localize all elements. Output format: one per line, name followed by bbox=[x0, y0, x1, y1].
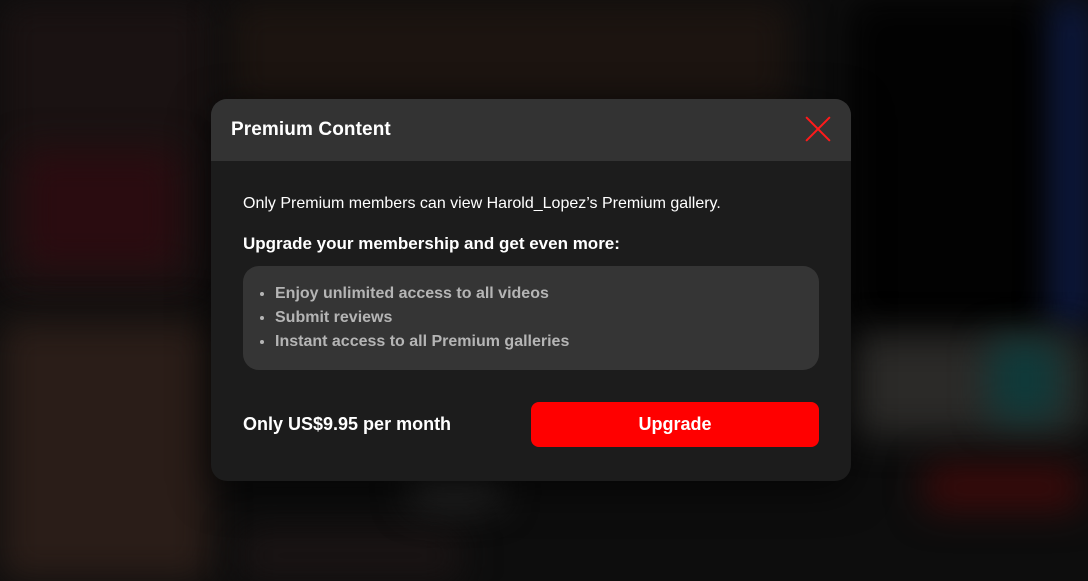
background-panel bbox=[20, 150, 180, 270]
benefits-box: Enjoy unlimited access to all videos Sub… bbox=[243, 266, 819, 370]
background-panel bbox=[240, 530, 460, 581]
background-panel bbox=[990, 340, 1060, 420]
benefit-item: Instant access to all Premium galleries bbox=[275, 330, 805, 354]
upgrade-button[interactable]: Upgrade bbox=[531, 402, 819, 447]
background-panel bbox=[850, 0, 1050, 330]
background-panel bbox=[0, 320, 210, 581]
close-icon[interactable] bbox=[803, 115, 833, 145]
background-panel bbox=[230, 0, 790, 110]
modal-title: Premium Content bbox=[231, 119, 391, 140]
intro-text: Only Premium members can view Harold_Lop… bbox=[243, 195, 721, 212]
modal-footer: Only US$9.95 per month Upgrade bbox=[243, 402, 819, 447]
price-text: Only US$9.95 per month bbox=[243, 414, 452, 434]
background-panel bbox=[925, 465, 1080, 510]
background-panel bbox=[1055, 0, 1088, 330]
benefit-item: Submit reviews bbox=[275, 306, 805, 330]
modal-header: Premium Content bbox=[211, 99, 851, 161]
benefit-item: Enjoy unlimited access to all videos bbox=[275, 282, 805, 306]
premium-content-modal: Premium Content Only Premium members can… bbox=[211, 99, 851, 481]
benefits-list: Enjoy unlimited access to all videos Sub… bbox=[257, 282, 805, 354]
modal-body: Only Premium members can view Harold_Lop… bbox=[211, 161, 851, 447]
upgrade-subheading: Upgrade your membership and get even mor… bbox=[243, 234, 620, 253]
